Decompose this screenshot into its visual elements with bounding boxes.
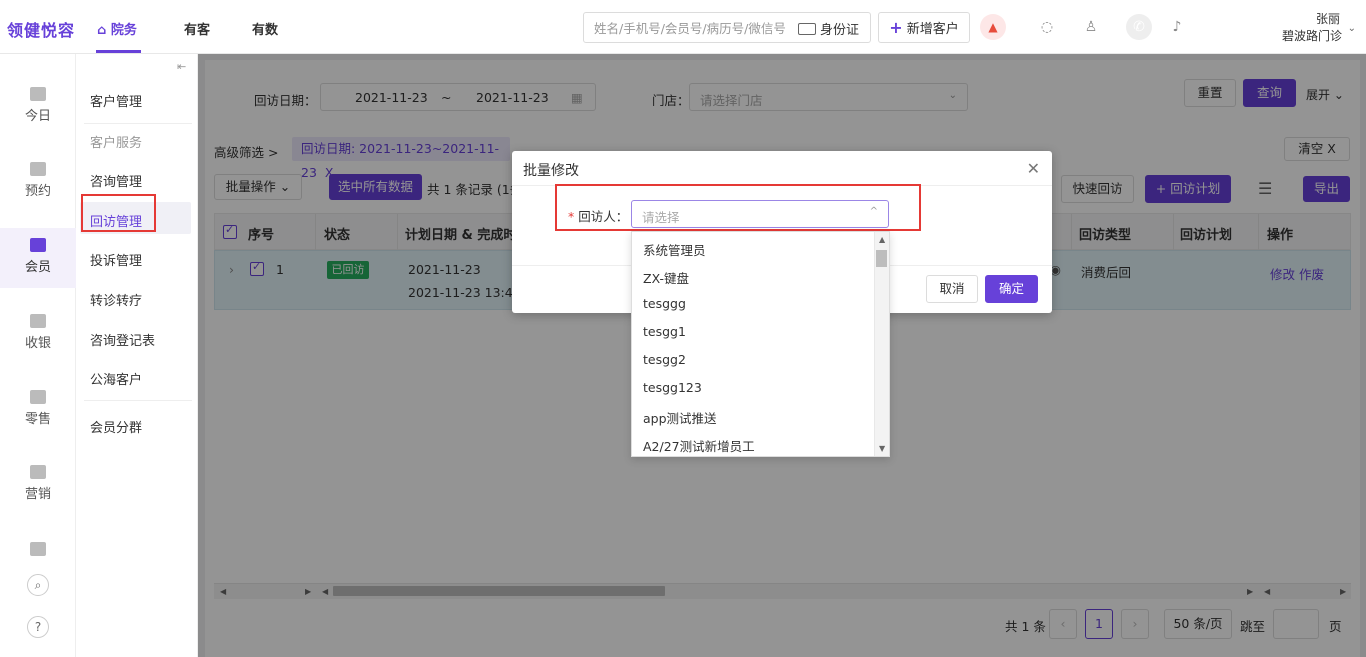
scroll-up-icon[interactable]: ▲: [879, 235, 885, 244]
sidebar-item-marketing[interactable]: 营销: [0, 465, 76, 525]
confirm-button[interactable]: 确定: [985, 275, 1038, 303]
search-icon[interactable]: ⌕: [27, 574, 49, 596]
dropdown-option[interactable]: tesgg1: [643, 324, 686, 339]
bookmark-icon: [30, 465, 46, 479]
highlight-box-field: [555, 184, 921, 231]
sub-item-complaint-manage[interactable]: 投诉管理: [90, 250, 142, 269]
user-name[interactable]: 张丽: [1316, 10, 1340, 27]
sub-item-public-customers[interactable]: 公海客户: [90, 369, 142, 388]
dropdown-option[interactable]: A2/27测试新增员工: [643, 436, 755, 455]
modal-title: 批量修改: [523, 163, 579, 179]
new-customer-button[interactable]: + 新增客户: [878, 12, 970, 43]
left-sidebar: 今日 预约 会员 收银 零售 营销 ⌕ ?: [0, 54, 76, 657]
nav-youshu[interactable]: 有数: [252, 19, 278, 38]
sidebar-item-archive[interactable]: [0, 542, 76, 556]
sidebar-item-retail[interactable]: 零售: [0, 390, 76, 450]
dropdown-option[interactable]: tesggg: [643, 296, 686, 311]
home-icon: ⌂: [97, 23, 107, 38]
bell-icon[interactable]: ♪: [1166, 16, 1188, 38]
global-search: 身份证: [583, 12, 871, 43]
chevron-down-icon[interactable]: ⌄: [1348, 23, 1356, 34]
plus-icon: +: [889, 18, 903, 37]
sidebar-item-today[interactable]: 今日: [0, 87, 76, 147]
sidebar-item-cashier[interactable]: 收银: [0, 314, 76, 374]
top-bar: 领健悦容 ⌂ 院务 有客 有数 身份证 +新增客户 ▲ ◌ ♙ ✆ ♪ 张丽 碧…: [0, 0, 1366, 54]
member-icon: [30, 238, 46, 252]
sub-item-referral[interactable]: 转诊转疗: [90, 290, 142, 309]
dropdown-option[interactable]: ZX-键盘: [643, 268, 689, 287]
collapse-icon[interactable]: ⇤: [177, 60, 186, 73]
visitor-dropdown: 系统管理员 ZX-键盘 tesggg tesgg1 tesgg2 tesgg12…: [631, 231, 890, 457]
app-logo[interactable]: 领健悦容: [7, 17, 75, 41]
chat-icon[interactable]: ◌: [1036, 16, 1058, 38]
sub-item-consult-manage[interactable]: 咨询管理: [90, 171, 142, 190]
divider: [84, 400, 192, 401]
dropdown-scrollbar[interactable]: ▲ ▼: [874, 232, 889, 456]
dropdown-option[interactable]: tesgg123: [643, 380, 702, 395]
nav-youke[interactable]: 有客: [184, 19, 210, 38]
archive-icon: [30, 542, 46, 556]
idcard-icon: [798, 23, 816, 35]
nav-active-underline: [96, 50, 141, 53]
user-icon[interactable]: ♙: [1080, 16, 1102, 38]
scroll-down-icon[interactable]: ▼: [879, 444, 885, 453]
chart-icon: [30, 87, 46, 101]
sub-sidebar: ⇤ 客户管理 客户服务 咨询管理 回访管理 投诉管理 转诊转疗 咨询登记表 公海…: [76, 54, 198, 657]
sub-item-consult-register[interactable]: 咨询登记表: [90, 330, 155, 349]
sidebar-item-member[interactable]: 会员: [0, 228, 76, 288]
close-icon[interactable]: ✕: [1027, 159, 1040, 178]
search-input[interactable]: [594, 19, 790, 37]
calendar-icon: [30, 162, 46, 176]
sidebar-item-appointment[interactable]: 预约: [0, 162, 76, 222]
sub-item-member-group[interactable]: 会员分群: [90, 417, 142, 436]
cancel-button[interactable]: 取消: [926, 275, 978, 303]
help-icon[interactable]: ?: [27, 616, 49, 638]
dropdown-option[interactable]: tesgg2: [643, 352, 686, 367]
divider: [84, 123, 192, 124]
highlight-box-sidebar: [81, 194, 156, 232]
dropdown-option[interactable]: 系统管理员: [643, 240, 706, 259]
alarm-icon[interactable]: ▲: [980, 14, 1006, 40]
nav-yuanwu[interactable]: ⌂ 院务: [97, 19, 137, 38]
bag-icon: [30, 390, 46, 404]
user-store[interactable]: 碧波路门诊: [1282, 27, 1342, 44]
dropdown-option[interactable]: app测试推送: [643, 408, 717, 427]
idcard-button[interactable]: 身份证: [798, 19, 859, 38]
dropdown-scroll-thumb[interactable]: [876, 250, 887, 267]
sub-item-customer-manage[interactable]: 客户管理: [90, 91, 142, 110]
yen-icon: [30, 314, 46, 328]
phone-icon[interactable]: ✆: [1126, 14, 1152, 40]
sub-group-customer-service: 客户服务: [90, 136, 143, 151]
